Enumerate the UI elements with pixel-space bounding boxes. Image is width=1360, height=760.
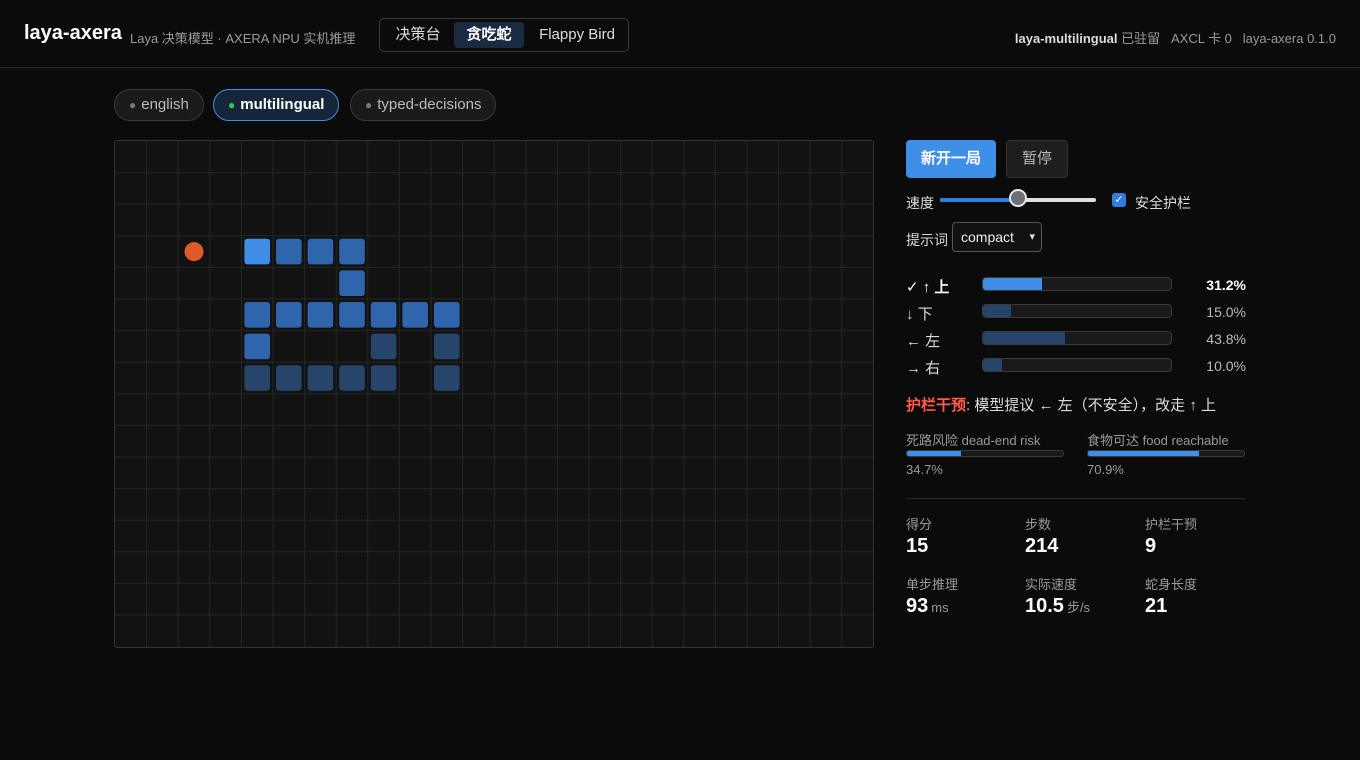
snake-segment xyxy=(370,333,397,360)
stat-score-value: 15 xyxy=(906,535,929,557)
action-prob-bar xyxy=(982,358,1172,372)
action-prob-value: 10.0% xyxy=(1206,358,1246,374)
snake-segment xyxy=(244,333,270,360)
model-pill-label: multilingual xyxy=(240,96,325,113)
board-canvas xyxy=(115,141,873,647)
resident-model-name: laya-multilingual xyxy=(1014,31,1118,46)
snake-segment xyxy=(339,302,365,328)
status-dot-icon: ● xyxy=(365,98,373,112)
guard-notice-tag: 护栏干预 xyxy=(906,397,967,414)
stat-length-value: 21 xyxy=(1145,595,1168,617)
app-header: laya-axera Laya 决策模型 · AXERA NPU 实机推理 决策… xyxy=(0,0,1360,68)
model-pill-label: typed-decisions xyxy=(377,96,482,113)
snake-segment xyxy=(434,333,460,360)
speed-slider-fill xyxy=(940,198,1018,202)
divider xyxy=(906,498,1246,499)
status-dot-icon: ● xyxy=(129,98,137,112)
snake-segment xyxy=(307,302,334,328)
action-prob-bar xyxy=(982,304,1172,318)
speed-label: 速度 xyxy=(906,195,934,211)
action-prob-fill xyxy=(983,278,1042,290)
snake-segment xyxy=(402,302,428,328)
speed-slider[interactable] xyxy=(940,189,1096,207)
action-prob-bar xyxy=(982,277,1172,291)
snake-segment xyxy=(434,365,460,391)
food-dot xyxy=(184,242,204,262)
speed-slider-thumb[interactable] xyxy=(1009,189,1027,207)
resident-status: 已驻留 xyxy=(1121,31,1161,46)
prompt-label: 提示词 xyxy=(906,232,948,248)
tab-snake[interactable]: 贪吃蛇 xyxy=(454,22,524,48)
snake-segment xyxy=(244,365,270,391)
version-label: laya-axera 0.1.0 xyxy=(1242,31,1336,46)
snake-head xyxy=(244,238,270,265)
snake-board[interactable] xyxy=(114,140,874,648)
guard-label: 安全护栏 xyxy=(1135,195,1191,211)
snake-segment xyxy=(370,302,397,328)
dead-end-risk-bar xyxy=(906,450,1064,457)
snake-segment xyxy=(434,302,460,328)
stat-guard-label: 护栏干预 xyxy=(1145,517,1198,532)
action-label: ↓ 下 xyxy=(906,306,933,323)
model-pill-typed-decisions[interactable]: ● typed-decisions xyxy=(350,89,497,121)
prompt-select[interactable]: compact ▾ xyxy=(952,222,1042,252)
snake-segment xyxy=(276,365,302,391)
app-title: laya-axera xyxy=(24,22,122,44)
food-reachable-label: 食物可达 food reachable xyxy=(1087,433,1229,448)
stat-steps-label: 步数 xyxy=(1025,517,1052,532)
action-prob-value: 31.2% xyxy=(1206,277,1246,293)
snake-segment xyxy=(307,365,334,391)
food-reachable-fill xyxy=(1088,451,1199,456)
new-game-button[interactable]: 新开一局 xyxy=(906,140,996,178)
stat-speed-label: 实际速度 xyxy=(1025,577,1078,592)
tab-flappy-bird[interactable]: Flappy Bird xyxy=(528,22,626,48)
food-reachable-bar xyxy=(1087,450,1245,457)
snake-segment xyxy=(276,302,302,328)
stat-steps-value: 214 xyxy=(1025,535,1059,557)
prompt-select-value: compact xyxy=(961,229,1014,245)
stat-inference-label: 单步推理 xyxy=(906,577,959,592)
snake-segment xyxy=(276,238,302,265)
dead-end-risk-value: 34.7% xyxy=(906,462,943,477)
axcl-card: AXCL 卡 0 xyxy=(1170,31,1232,46)
snake-segment xyxy=(339,365,365,391)
action-prob-fill xyxy=(983,359,1002,371)
action-label: ← 左 xyxy=(906,333,941,350)
guard-checkbox[interactable]: ✓ xyxy=(1112,193,1126,207)
snake-segment xyxy=(339,238,365,265)
stat-score-label: 得分 xyxy=(906,517,933,532)
chevron-down-icon: ▾ xyxy=(1029,231,1035,243)
guard-notice-text: : 模型提议 ← 左（不安全），改走 ↑ 上 xyxy=(966,397,1217,414)
snake-segment xyxy=(339,270,365,296)
model-pill-label: english xyxy=(141,96,189,113)
nav-tabs: 决策台 贪吃蛇 Flappy Bird xyxy=(379,18,629,52)
snake-segment xyxy=(244,302,270,328)
pause-button[interactable]: 暂停 xyxy=(1006,140,1068,178)
stat-speed-value: 10.5 步/s xyxy=(1025,595,1091,617)
model-pill-english[interactable]: ● english xyxy=(114,89,204,121)
stat-length-label: 蛇身长度 xyxy=(1145,577,1198,592)
app-subtitle: Laya 决策模型 · AXERA NPU 实机推理 xyxy=(130,31,356,46)
stat-inference-value: 93 ms xyxy=(906,595,949,617)
stat-guard-value: 9 xyxy=(1145,535,1157,557)
snake-segment xyxy=(370,365,397,391)
model-pill-multilingual[interactable]: ● multilingual xyxy=(213,89,340,121)
action-label: → 右 xyxy=(906,360,941,377)
dead-end-risk-label: 死路风险 dead-end risk xyxy=(906,433,1041,448)
action-prob-value: 43.8% xyxy=(1206,331,1246,347)
guard-notice: 护栏干预: 模型提议 ← 左（不安全），改走 ↑ 上 xyxy=(906,394,1216,415)
status-dot-icon: ● xyxy=(228,98,236,112)
runtime-status: laya-multilingual 已驻留 AXCL 卡 0 laya-axer… xyxy=(1015,28,1336,47)
dead-end-risk-fill xyxy=(907,451,962,456)
food-reachable-value: 70.9% xyxy=(1087,462,1124,477)
action-prob-value: 15.0% xyxy=(1206,304,1246,320)
tab-decision-desk[interactable]: 决策台 xyxy=(384,22,452,48)
action-prob-fill xyxy=(983,305,1012,317)
action-prob-bar xyxy=(982,331,1172,345)
action-prob-fill xyxy=(983,332,1066,344)
action-label: ✓ ↑ 上 xyxy=(906,279,950,296)
snake-segment xyxy=(307,238,334,265)
